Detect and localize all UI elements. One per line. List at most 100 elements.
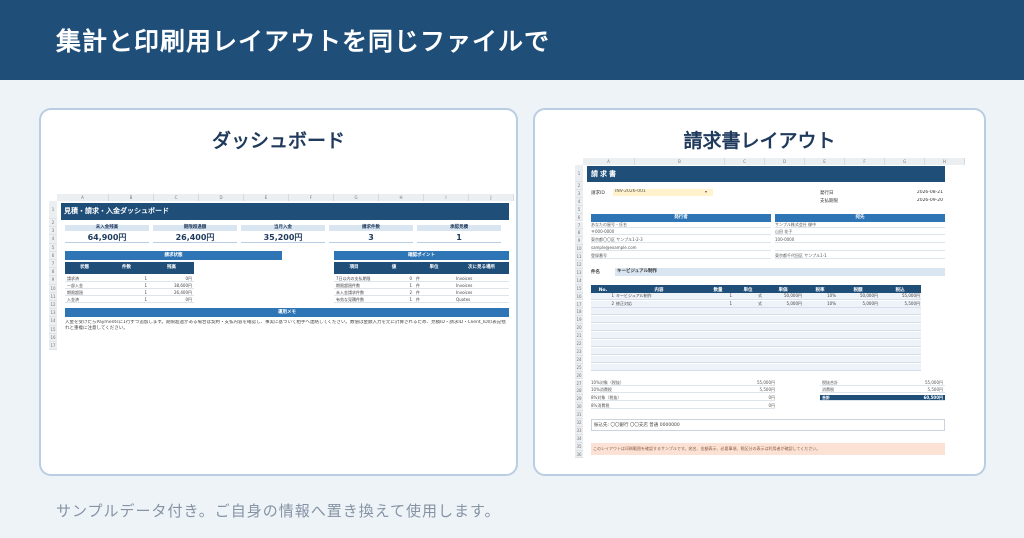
due-date-label: 支払期限 (820, 198, 838, 204)
invoice-id-label: 請求ID (591, 190, 605, 196)
issuer-line: 東京都〇〇区 サンプル1-2-3 (591, 237, 771, 244)
status-cell: 1 (104, 276, 149, 282)
row-header: 4 (575, 197, 583, 206)
column-header: J (469, 194, 514, 201)
invoice-doc-title: 請求書 (587, 166, 945, 182)
row-header: 33 (575, 426, 583, 435)
check-header-cell: 次に見る場所 (454, 262, 509, 274)
row-header: 3 (575, 189, 583, 198)
recipient-header: 宛先 (775, 213, 945, 222)
column-header: B (109, 194, 154, 201)
item-cell: 2 (611, 300, 614, 306)
subject-value: キービジュアル制作 (615, 267, 945, 276)
item-cell: 50,000円 (860, 292, 878, 298)
row-header: 12 (49, 301, 57, 310)
row-header: 7 (49, 260, 57, 269)
row-header: 5 (575, 205, 583, 214)
recipient-line: サンプル株式会社 御中 (775, 222, 945, 228)
item-cell: 1 (611, 292, 614, 298)
item-cell: 10% (827, 292, 836, 298)
check-cell: 未入金請求件数 (334, 290, 374, 296)
row-header: 15 (49, 325, 57, 334)
item-grid-row (591, 355, 921, 363)
total-label: 合計 (820, 395, 880, 402)
row-header: 14 (575, 276, 583, 285)
check-cell: 件 (414, 276, 454, 282)
subject-label: 件名 (591, 269, 600, 275)
invoice-sheet-preview: A B C D E F G H 1 2 3 4 5 6 7 8 9 10 11 12 13 14 15 16 17 18 19 20 2… (575, 158, 965, 459)
item-cell: 1 (729, 292, 732, 298)
total-label: 税抜合計 (820, 380, 880, 386)
issue-date-label: 発行日 (820, 190, 834, 196)
kpi-value: 1 (417, 232, 501, 243)
dashboard-card: ダッシュボード A B C D E F G H I J 1 2 3 4 5 6 7 8 9 10 11 12 13 14 15 1… (39, 108, 518, 476)
total-label: 消費税 (820, 387, 880, 394)
row-header: 22 (575, 340, 583, 348)
item-grid-row (591, 316, 921, 324)
check-cell: 2 (374, 290, 414, 296)
item-grid-row (591, 332, 921, 340)
kpi-label: 承認見積 (417, 225, 501, 231)
invoice-id-dropdown-icon[interactable]: ▾ (705, 189, 707, 194)
row-header: 16 (575, 292, 583, 301)
row-header: 11 (49, 292, 57, 301)
check-header-cell: 値 (374, 262, 414, 274)
row-header: 9 (575, 237, 583, 246)
row-header: 12 (575, 261, 583, 269)
item-cell: 修正対応 (616, 300, 632, 306)
total-value: 55,000円 (880, 380, 945, 386)
kpi-value: 64,900円 (65, 232, 149, 243)
total-value: 5,500円 (880, 387, 945, 394)
check-cell: Quotes (454, 297, 509, 303)
item-cell: 1 (729, 300, 732, 306)
header-banner: 集計と印刷用レイアウトを同じファイルで (0, 0, 1024, 80)
row-header: 18 (575, 308, 583, 317)
check-cell: Invoices (454, 290, 509, 296)
footer-caption: サンプルデータ付き。ご自身の情報へ置き換えて使用します。 (56, 502, 501, 520)
tax-value: 0円 (711, 403, 775, 410)
dashboard-sheet-preview: A B C D E F G H I J 1 2 3 4 5 6 7 8 9 10 11 12 13 14 15 16 17 見積・請求… (49, 194, 514, 351)
item-grid-row (591, 363, 921, 371)
status-header-cell: 状態 (65, 262, 104, 274)
tax-label: 10%消費税 (591, 387, 711, 394)
row-header: 28 (575, 387, 583, 396)
item-cell: 式 (758, 300, 762, 306)
check-cell: 1 (374, 297, 414, 303)
item-cell: 5,500円 (904, 300, 920, 306)
issuer-line: あなたの屋号・氏名 (591, 222, 771, 228)
row-header: 2 (575, 182, 583, 190)
issuer-line: 〒000-0000 (591, 229, 771, 236)
item-cell: 55,000円 (902, 292, 920, 298)
column-header: A (583, 158, 635, 165)
row-header: 3 (49, 227, 57, 236)
row-header: 8 (575, 229, 583, 238)
memo-text: 入金を受けたらPaymentsに1行ずつ追加します。期限超過がある場合は契約・支… (65, 320, 506, 331)
column-header: E (244, 194, 289, 201)
recipient-line: 山田 花子 (775, 229, 945, 236)
status-cell: 入金済 (65, 297, 104, 303)
check-cell: 件 (414, 290, 454, 296)
item-cell: 50,000円 (784, 292, 802, 298)
column-header: G (334, 194, 379, 201)
row-header: 34 (575, 434, 583, 443)
column-header: I (424, 194, 469, 201)
header-title: 集計と印刷用レイアウトを同じファイルで (56, 27, 551, 56)
dashboard-card-title: ダッシュボード (211, 130, 345, 152)
status-cell: 0円 (149, 297, 194, 303)
status-cell: 一部入金 (65, 283, 104, 289)
due-date-value: 2026-09-20 (916, 197, 943, 203)
status-cell: 1 (104, 290, 149, 296)
check-section-title: 確認ポイント (334, 251, 509, 260)
item-cell: 式 (758, 292, 762, 298)
recipient-line: 100-0000 (775, 237, 945, 244)
status-cell: 1 (104, 283, 149, 289)
check-cell: Invoices (454, 276, 509, 282)
issuer-header: 発行者 (591, 213, 771, 222)
memo-title: 運用メモ (65, 308, 509, 317)
item-cell: 5,000円 (862, 300, 878, 306)
check-header-cell: 項目 (334, 262, 374, 274)
row-header: 25 (575, 363, 583, 372)
row-header: 31 (575, 411, 583, 419)
row-header: 5 (49, 243, 57, 252)
row-header: 14 (49, 317, 57, 326)
